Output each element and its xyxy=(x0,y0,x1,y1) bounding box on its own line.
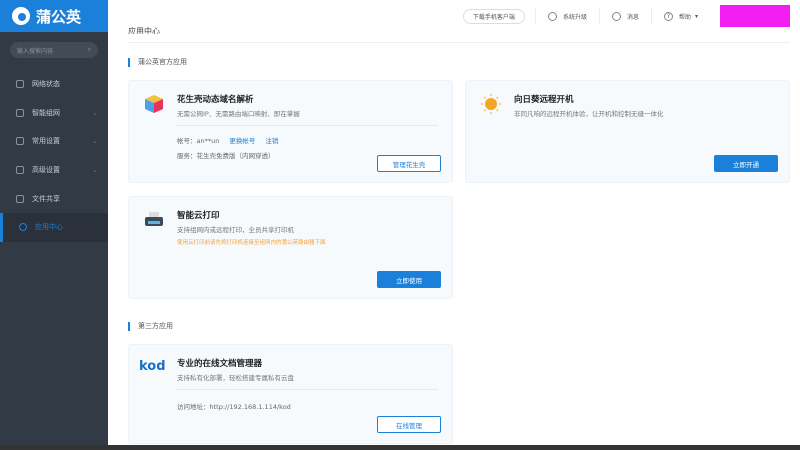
card-notice: 使用云打印前请先将打印机连接至组网内的蒲公英路由器下面 xyxy=(177,240,326,246)
help-menu[interactable]: ? 帮助 ▾ xyxy=(650,8,710,24)
section-third-party-apps: 第三方应用 xyxy=(128,322,173,331)
access-address: 访问地址：http://192.168.1.114/kod xyxy=(177,403,291,411)
bottom-strip xyxy=(0,445,800,450)
card-description: 支持私有化部署，轻松搭建专属私有云盘 xyxy=(177,374,294,382)
search-placeholder: 输入搜索内容 xyxy=(17,47,54,55)
sidebar-item-smart-network[interactable]: 智能组网 ⌄ xyxy=(0,99,108,128)
page-title: 应用中心 xyxy=(128,27,160,34)
card-title: 专业的在线文档管理器 xyxy=(177,359,263,369)
manage-oray-button[interactable]: 管理花生壳 xyxy=(377,155,441,172)
sidebar-item-advanced-settings[interactable]: 高级设置 ⌄ xyxy=(0,156,108,185)
divider xyxy=(177,125,438,126)
upgrade-label: 系统升级 xyxy=(562,13,587,21)
user-account-redacted[interactable] xyxy=(720,5,790,27)
messages-button[interactable]: 消息 xyxy=(598,8,651,24)
sidebar-item-file-share[interactable]: 文件共享 xyxy=(0,184,108,213)
card-description: 非同凡响的远程开机体验，让开机和控制无缝一体化 xyxy=(514,110,664,118)
card-title: 智能云打印 xyxy=(177,211,220,221)
logo[interactable]: 蒲公英 xyxy=(0,0,108,32)
nav-label: 智能组网 xyxy=(32,108,60,117)
top-bar: 下载手机客户端 系统升级 消息 ? 帮助 ▾ xyxy=(108,0,800,32)
search-icon[interactable]: ⌕ xyxy=(88,46,91,54)
settings-icon xyxy=(16,166,24,175)
app-card-ddns: 花生壳动态域名解析 无需公网IP、无需路由端口映射、即在掌握 帐号：an**un… xyxy=(128,80,453,183)
apps-icon xyxy=(19,223,27,232)
folder-icon xyxy=(16,194,24,203)
card-title: 向日葵远程开机 xyxy=(514,95,574,105)
online-manage-button[interactable]: 在线管理 xyxy=(377,416,441,433)
app-card-sunflower: 向日葵远程开机 非同凡响的远程开机体验，让开机和控制无缝一体化 立即开通 xyxy=(465,80,790,183)
network-group-icon xyxy=(16,108,24,117)
logo-icon xyxy=(12,7,30,25)
chevron-down-icon: ⌄ xyxy=(92,108,98,117)
service-info: 服务：花生壳免费版（内网穿透） xyxy=(177,152,275,160)
app-card-cloud-print: 智能云打印 支持组网内或远程打印，全员共享打印机 使用云打印前请先将打印机连接至… xyxy=(128,196,453,299)
chevron-down-icon: ⌄ xyxy=(92,137,98,146)
logout-link[interactable]: 注销 xyxy=(265,137,278,145)
messages-label: 消息 xyxy=(626,13,639,21)
sidebar: 蒲公英 输入搜索内容 ⌕ 网络状态 智能组网 ⌄ 常用设置 ⌄ 高级设置 ⌄ 文件共享 … xyxy=(0,0,108,450)
sun-icon xyxy=(481,94,501,114)
sidebar-item-common-settings[interactable]: 常用设置 ⌄ xyxy=(0,127,108,156)
card-description: 无需公网IP、无需路由端口映射、即在掌握 xyxy=(177,110,300,118)
kod-logo: kod xyxy=(139,359,166,374)
system-upgrade-button[interactable]: 系统升级 xyxy=(534,8,599,24)
change-account-link[interactable]: 更换帐号 xyxy=(229,137,255,145)
download-app-button[interactable]: 下载手机客户端 xyxy=(462,8,525,24)
brand-name: 蒲公英 xyxy=(36,7,82,26)
nav-label: 网络状态 xyxy=(32,80,60,89)
printer-icon xyxy=(145,212,163,226)
nav-label: 常用设置 xyxy=(32,137,60,146)
nav-label: 高级设置 xyxy=(32,166,60,175)
divider xyxy=(177,389,438,390)
cube-icon xyxy=(145,95,163,113)
bell-icon xyxy=(611,11,621,21)
account-value: an**un xyxy=(196,137,220,145)
network-icon xyxy=(16,80,24,89)
sidebar-item-network-status[interactable]: 网络状态 xyxy=(0,70,108,99)
account-label: 帐号： xyxy=(177,137,197,145)
nav-label: 应用中心 xyxy=(35,223,63,232)
nav-label: 文件共享 xyxy=(32,194,60,203)
card-description: 支持组网内或远程打印，全员共享打印机 xyxy=(177,226,294,234)
sidebar-item-app-center[interactable]: 应用中心 xyxy=(0,212,108,242)
divider xyxy=(128,42,790,43)
chevron-down-icon: ⌄ xyxy=(92,166,98,175)
gear-icon xyxy=(16,137,24,146)
app-card-kod: kod 专业的在线文档管理器 支持私有化部署，轻松搭建专属私有云盘 访问地址：h… xyxy=(128,344,453,444)
card-title: 花生壳动态域名解析 xyxy=(177,95,254,105)
main-content: 应用中心 蒲公英官方应用 花生壳动态域名解析 无需公网IP、无需路由端口映射、即… xyxy=(118,27,800,445)
caret-down-icon: ▾ xyxy=(694,12,698,20)
section-official-apps: 蒲公英官方应用 xyxy=(128,58,187,67)
help-icon: ? xyxy=(663,11,673,21)
account-row: 帐号：an**un 更换帐号 注销 xyxy=(177,135,278,145)
search-input[interactable]: 输入搜索内容 ⌕ xyxy=(10,42,98,58)
help-label: 帮助 xyxy=(678,13,691,21)
upgrade-icon xyxy=(547,11,557,21)
use-now-button[interactable]: 立即使用 xyxy=(377,271,441,288)
activate-now-button[interactable]: 立即开通 xyxy=(714,155,778,172)
